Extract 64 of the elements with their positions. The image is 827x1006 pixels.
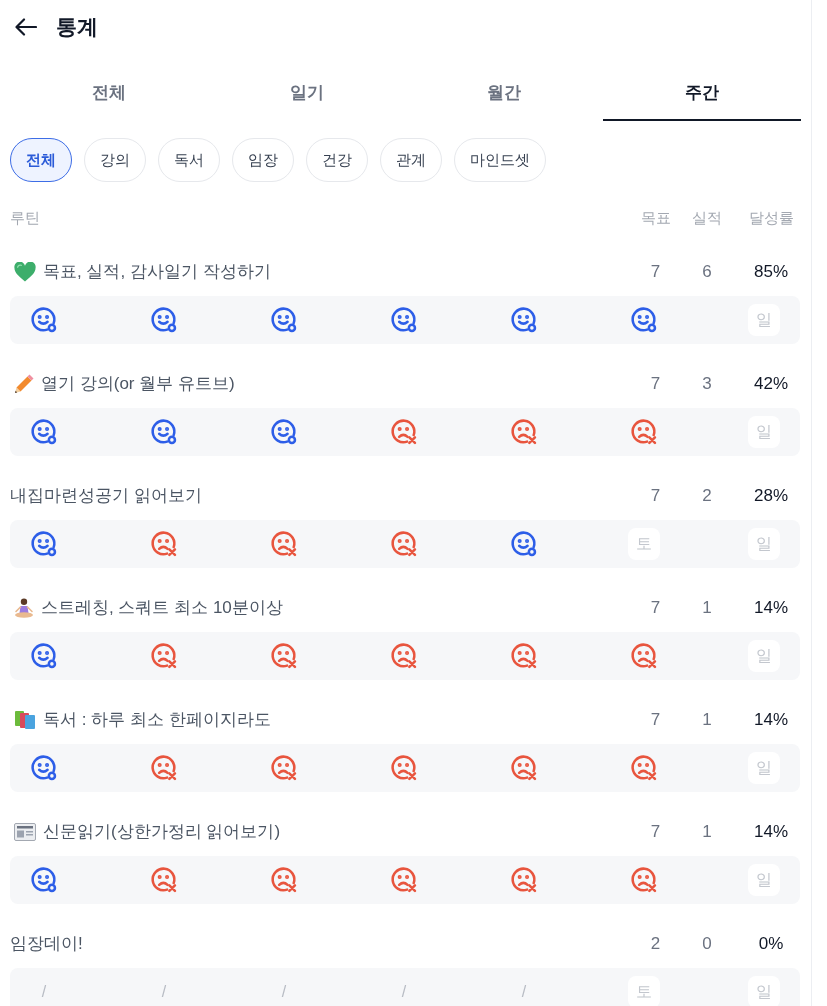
- tab[interactable]: 주간: [603, 67, 801, 121]
- filter-chip[interactable]: 독서: [158, 138, 220, 182]
- day-label: 일: [748, 304, 780, 336]
- column-header: 실적: [691, 207, 723, 228]
- actual-count: 6: [701, 261, 713, 284]
- day-label: 일: [748, 864, 780, 896]
- column-header: 루틴: [10, 207, 41, 228]
- achievement-rate: 42%: [753, 373, 789, 396]
- achievement-rate: 85%: [753, 261, 789, 284]
- day-label: 일: [748, 640, 780, 672]
- books-icon: [14, 710, 36, 730]
- empty-day-mark: /: [281, 982, 287, 1002]
- empty-day-mark: /: [41, 982, 47, 1002]
- routine-name: 목표, 실적, 감사일기 작성하기: [43, 261, 271, 284]
- routine-name: 열기 강의(or 월부 유트브): [41, 373, 235, 396]
- filter-chip[interactable]: 전체: [10, 138, 72, 182]
- tab[interactable]: 일기: [207, 67, 406, 121]
- day-label: 일: [748, 752, 780, 784]
- actual-count: 2: [701, 485, 713, 508]
- column-header: 달성률: [747, 207, 795, 228]
- routine-name: 스트레칭, 스쿼트 최소 10분이상: [41, 597, 283, 620]
- goal-count: 2: [649, 933, 662, 956]
- actual-count: 3: [701, 373, 713, 396]
- goal-count: 7: [649, 485, 662, 508]
- day-label: 일: [748, 976, 780, 1006]
- back-arrow-icon: [15, 18, 37, 36]
- pencil-icon: [14, 374, 34, 394]
- filter-chip[interactable]: 마인드셋: [454, 138, 546, 182]
- goal-count: 7: [649, 597, 662, 620]
- routine-name: 내집마련성공기 읽어보기: [10, 485, 202, 508]
- goal-count: 7: [649, 709, 662, 732]
- achievement-rate: 14%: [753, 709, 789, 732]
- column-header: 목표: [639, 207, 672, 228]
- actual-count: 1: [701, 597, 713, 620]
- tab[interactable]: 전체: [10, 67, 208, 121]
- empty-day-mark: /: [161, 982, 167, 1002]
- actual-count: 0: [701, 933, 713, 956]
- day-label: 일: [748, 528, 780, 560]
- routine-name: 임장데이!: [10, 933, 83, 956]
- meditating-figure-icon: [14, 598, 34, 618]
- heart-icon: [14, 262, 36, 282]
- routine-name: 독서 : 하루 최소 한페이지라도: [43, 709, 271, 732]
- newspaper-icon: [14, 823, 36, 841]
- day-label: 일: [748, 416, 780, 448]
- goal-count: 7: [649, 261, 662, 284]
- goal-count: 7: [649, 373, 662, 396]
- filter-chip[interactable]: 임장: [232, 138, 294, 182]
- empty-day-mark: /: [401, 982, 407, 1002]
- tab[interactable]: 월간: [405, 67, 604, 121]
- day-label: 토: [628, 528, 660, 560]
- goal-count: 7: [649, 821, 662, 844]
- empty-day-mark: /: [521, 982, 527, 1002]
- actual-count: 1: [701, 821, 713, 844]
- filter-chip[interactable]: 건강: [306, 138, 368, 182]
- achievement-rate: 0%: [757, 933, 785, 956]
- filter-chip[interactable]: 강의: [84, 138, 146, 182]
- achievement-rate: 14%: [753, 597, 789, 620]
- achievement-rate: 28%: [753, 485, 789, 508]
- routine-name: 신문읽기(상한가정리 읽어보기): [43, 821, 281, 844]
- achievement-rate: 14%: [753, 821, 789, 844]
- actual-count: 1: [701, 709, 713, 732]
- day-label: 토: [628, 976, 660, 1006]
- page-title: 통계: [56, 14, 98, 41]
- filter-chip[interactable]: 관계: [380, 138, 442, 182]
